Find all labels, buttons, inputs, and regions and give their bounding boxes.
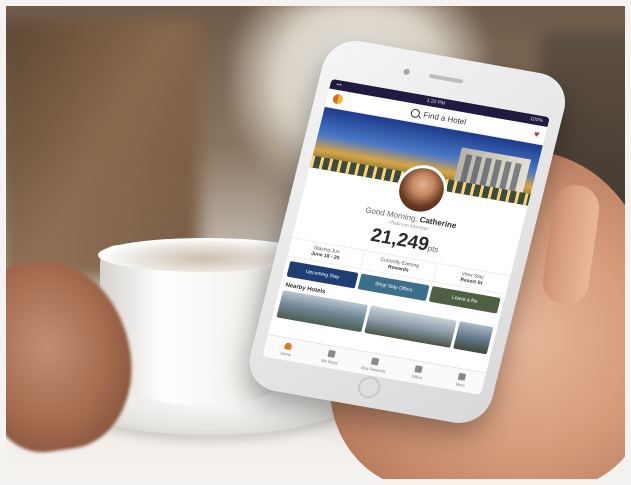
nav-my-stays[interactable]: My Stays — [306, 343, 355, 372]
phone-home-button[interactable] — [355, 374, 383, 400]
nav-label: Stay Rewards — [360, 364, 387, 374]
photo-scene: ••• 1:20 PM 100% Find a Hotel ♥ Good Mor — [0, 0, 631, 485]
nav-more[interactable]: More — [437, 366, 486, 395]
phone-speaker — [428, 73, 463, 84]
nav-stay-rewards[interactable]: Stay Rewards — [350, 350, 399, 379]
rewards-icon — [370, 357, 380, 366]
phone-camera — [402, 68, 411, 76]
hotel-thumbnail[interactable] — [452, 321, 494, 355]
nav-label: My Stays — [320, 357, 339, 366]
nav-home[interactable]: Home — [262, 335, 311, 364]
brand-logo-icon[interactable] — [331, 93, 345, 105]
nav-label: More — [455, 381, 466, 388]
bed-icon — [327, 349, 336, 358]
heart-icon[interactable]: ♥ — [533, 129, 541, 140]
signal-indicator: ••• — [335, 81, 343, 89]
tag-icon — [414, 365, 424, 374]
more-icon — [458, 372, 467, 381]
nav-offers[interactable]: Offers — [393, 358, 442, 387]
battery-indicator: 100% — [529, 115, 544, 125]
nav-label: Home — [280, 350, 292, 358]
nav-label: Offers — [410, 373, 423, 381]
points-unit: pts — [426, 243, 440, 255]
search-label: Find a Hotel — [422, 109, 468, 127]
search-icon — [409, 107, 421, 118]
home-icon — [283, 342, 293, 351]
